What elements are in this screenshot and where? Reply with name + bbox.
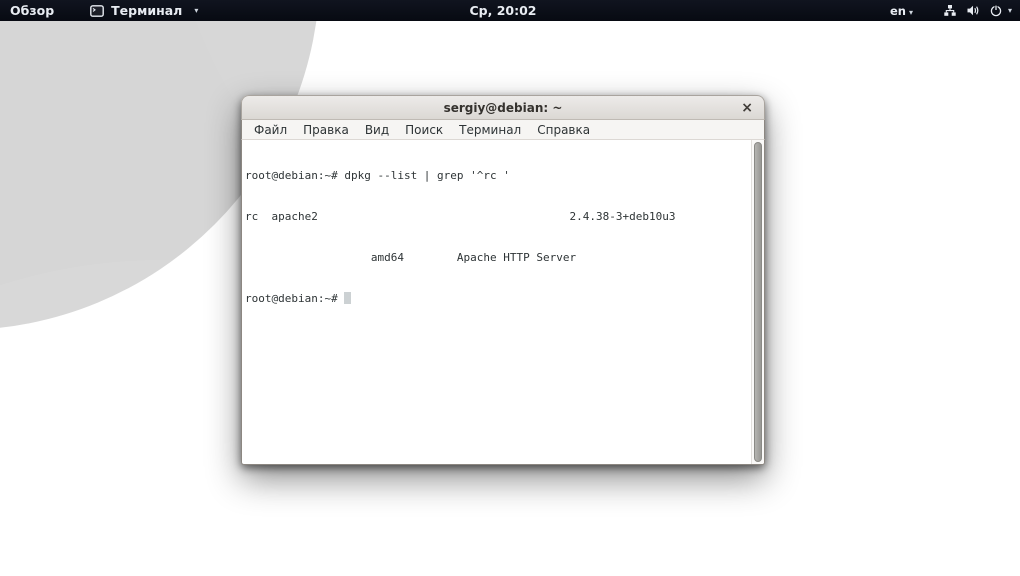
menu-help[interactable]: Справка bbox=[529, 120, 598, 139]
terminal-output: root@debian:~# dpkg --list | grep '^rc '… bbox=[242, 140, 764, 332]
terminal-icon bbox=[90, 5, 104, 17]
chevron-down-icon: ▾ bbox=[194, 6, 198, 15]
network-wired-icon bbox=[943, 4, 957, 17]
app-menu-label: Терминал bbox=[111, 3, 182, 18]
system-status-area[interactable]: en▾ ▾ bbox=[886, 0, 1020, 21]
chevron-down-icon: ▾ bbox=[1008, 6, 1012, 15]
system-icons bbox=[943, 4, 1003, 17]
scrollbar-thumb[interactable] bbox=[754, 142, 762, 462]
desktop: Обзор Терминал ▾ Ср, 20:02 en▾ bbox=[0, 0, 1020, 576]
app-menu-terminal[interactable]: Терминал ▾ bbox=[80, 0, 208, 21]
window-title: sergiy@debian: ~ bbox=[444, 101, 563, 115]
chevron-down-icon: ▾ bbox=[909, 8, 913, 17]
menu-search[interactable]: Поиск bbox=[397, 120, 451, 139]
activities-button[interactable]: Обзор bbox=[0, 0, 64, 21]
terminal-prompt-line: root@debian:~# bbox=[245, 292, 748, 306]
terminal-line: amd64 Apache HTTP Server bbox=[245, 251, 748, 265]
menu-bar: Файл Правка Вид Поиск Терминал Справка bbox=[241, 120, 765, 140]
terminal-output-area[interactable]: root@debian:~# dpkg --list | grep '^rc '… bbox=[241, 140, 765, 465]
menu-file[interactable]: Файл bbox=[246, 120, 295, 139]
terminal-cursor bbox=[344, 292, 351, 304]
clock-label: Ср, 20:02 bbox=[469, 3, 536, 18]
volume-icon bbox=[966, 4, 980, 17]
terminal-line: root@debian:~# dpkg --list | grep '^rc ' bbox=[245, 169, 748, 183]
power-icon bbox=[989, 4, 1003, 17]
menu-view[interactable]: Вид bbox=[357, 120, 397, 139]
close-button[interactable]: × bbox=[738, 100, 756, 116]
keyboard-layout-label: en bbox=[890, 4, 906, 18]
terminal-line: rc apache2 2.4.38-3+deb10u3 bbox=[245, 210, 748, 224]
terminal-prompt: root@debian:~# bbox=[245, 292, 344, 305]
terminal-window: sergiy@debian: ~ × Файл Правка Вид Поиск… bbox=[241, 95, 765, 465]
menu-edit[interactable]: Правка bbox=[295, 120, 357, 139]
top-bar: Обзор Терминал ▾ Ср, 20:02 en▾ bbox=[0, 0, 1020, 21]
keyboard-layout-indicator[interactable]: en▾ bbox=[886, 4, 917, 18]
clock-button[interactable]: Ср, 20:02 bbox=[469, 0, 536, 21]
activities-label: Обзор bbox=[10, 3, 54, 18]
window-titlebar[interactable]: sergiy@debian: ~ × bbox=[241, 95, 765, 120]
menu-terminal[interactable]: Терминал bbox=[451, 120, 529, 139]
terminal-scrollbar[interactable] bbox=[751, 140, 764, 464]
